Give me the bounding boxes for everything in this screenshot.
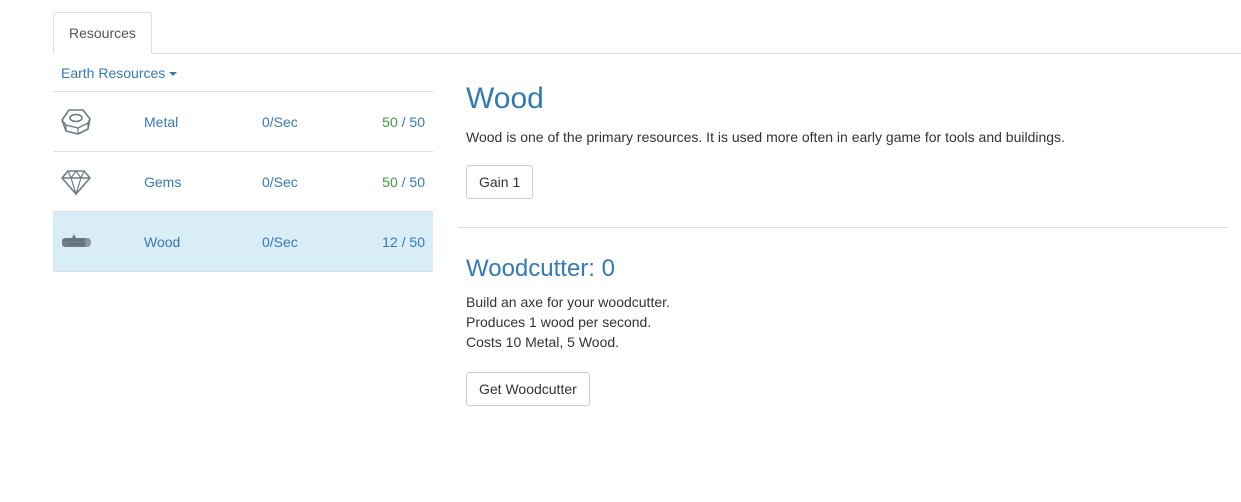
resource-current: 12	[382, 234, 398, 250]
resource-max: 50	[409, 234, 425, 250]
worker-title: Woodcutter: 0	[466, 255, 615, 282]
dropdown-label: Earth Resources	[61, 65, 166, 81]
resource-current: 50	[382, 174, 398, 190]
hex-nut-icon	[60, 107, 92, 137]
caret-down-icon	[169, 72, 178, 77]
worker-line: Costs 10 Metal, 5 Wood.	[466, 334, 620, 350]
resource-amount: 50 / 50	[382, 152, 425, 212]
resource-row-wood[interactable]: Wood 0/Sec 12 / 50	[53, 212, 433, 272]
resource-description: Wood is one of the primary resources. It…	[466, 129, 1065, 145]
resource-amount: 50 / 50	[382, 92, 425, 152]
resource-rate: 0/Sec	[262, 114, 298, 130]
earth-resources-dropdown[interactable]: Earth Resources	[53, 54, 433, 92]
tab-resources[interactable]: Resources	[53, 12, 152, 54]
resource-name: Wood	[144, 234, 181, 250]
resource-name: Gems	[144, 174, 182, 190]
resource-max: 50	[409, 114, 425, 130]
log-icon	[60, 227, 92, 257]
resource-separator: /	[397, 114, 410, 130]
gain-button[interactable]: Gain 1	[466, 165, 534, 199]
worker-line: Produces 1 wood per second.	[466, 314, 652, 330]
resource-row-metal[interactable]: Metal 0/Sec 50 / 50	[53, 92, 433, 152]
resource-current: 50	[382, 114, 398, 130]
tab-bar: Resources	[53, 12, 1241, 54]
resource-rate: 0/Sec	[262, 174, 298, 190]
resource-row-gems[interactable]: Gems 0/Sec 50 / 50	[53, 152, 433, 212]
section-divider	[458, 227, 1228, 228]
resource-max: 50	[409, 174, 425, 190]
resource-panel: Earth Resources Metal 0/Sec 50 / 50 Gems…	[53, 54, 433, 272]
resource-amount: 12 / 50	[382, 212, 425, 272]
game-page: Resources Earth Resources Metal 0/Sec 50…	[0, 0, 1241, 502]
resource-separator: /	[397, 234, 410, 250]
worker-line: Build an axe for your woodcutter.	[466, 294, 670, 310]
resource-title: Wood	[466, 82, 544, 115]
resource-name: Metal	[144, 114, 179, 130]
resource-rate: 0/Sec	[262, 234, 298, 250]
worker-description: Build an axe for your woodcutter. Produc…	[466, 292, 670, 352]
resource-separator: /	[397, 174, 410, 190]
get-woodcutter-button[interactable]: Get Woodcutter	[466, 372, 590, 406]
gem-icon	[60, 167, 92, 197]
